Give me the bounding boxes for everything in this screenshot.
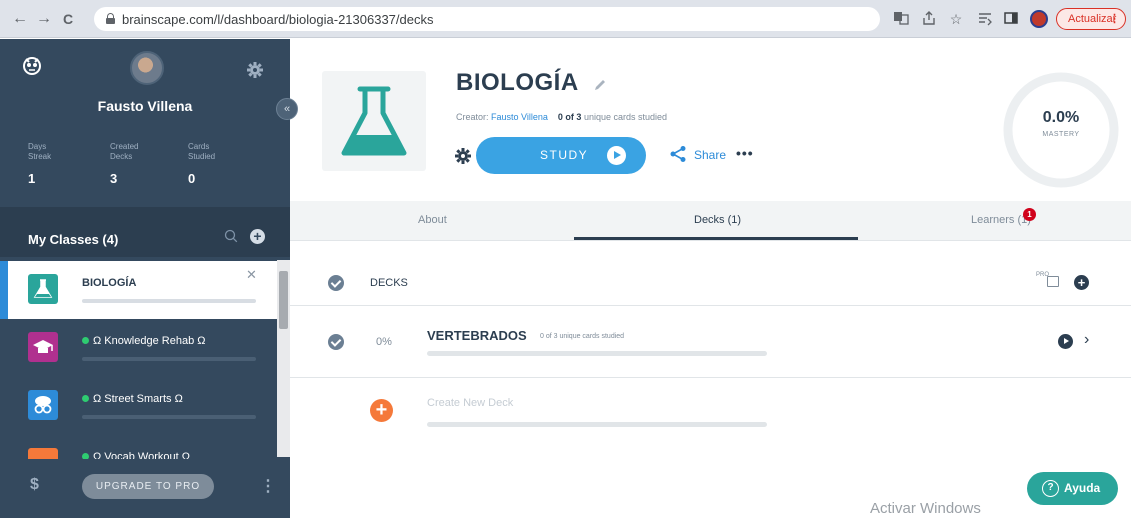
- deck-studied-text: 0 of 3 unique cards studied: [540, 333, 625, 340]
- create-deck-bar: [427, 422, 767, 427]
- creator-line: Creator: Fausto Villena 0 of 3 unique ca…: [456, 112, 667, 122]
- user-name[interactable]: Fausto Villena: [0, 98, 290, 114]
- translate-icon[interactable]: [892, 10, 910, 28]
- class-item-vocab-workout[interactable]: Ω Vocab Workout Ω: [0, 435, 277, 459]
- class-label-knowledge-rehab: Ω Knowledge Rehab Ω: [82, 335, 205, 347]
- tab-bar: About Decks (1) Learners (1): [290, 201, 1131, 241]
- flask-icon: [341, 86, 407, 156]
- select-all-check-icon[interactable]: [328, 275, 344, 291]
- stat-days-streak-label: Days Streak: [28, 142, 52, 161]
- study-label: STUDY: [540, 148, 589, 162]
- stat-cards-studied-value: 0: [188, 171, 196, 186]
- class-item-biologia[interactable]: BIOLOGÍA ✕: [0, 261, 277, 319]
- deck-progress-bar: [427, 351, 767, 356]
- tab-about[interactable]: About: [418, 214, 447, 226]
- collapse-sidebar-button[interactable]: «: [276, 98, 298, 120]
- more-horizontal-icon[interactable]: •••: [736, 145, 754, 161]
- edit-pencil-icon[interactable]: [592, 77, 608, 93]
- stat-created-decks-label: Created Decks: [110, 142, 139, 161]
- stat-created-decks-value: 3: [110, 171, 118, 186]
- class-image: [322, 71, 426, 171]
- mastery-label: MASTERY: [1042, 131, 1080, 138]
- stat-cards-studied-label: Cards Studied: [188, 142, 216, 161]
- chevron-right-icon[interactable]: ›: [1084, 331, 1089, 349]
- class-item-knowledge-rehab[interactable]: Ω Knowledge Rehab Ω: [0, 319, 277, 377]
- update-browser-button[interactable]: Actualizar ⋮: [1056, 8, 1126, 30]
- graduation-cap-icon: [28, 332, 58, 362]
- side-panel-icon[interactable]: [1002, 10, 1020, 28]
- stat-days-streak-value: 1: [28, 171, 36, 186]
- dollar-icon[interactable]: $: [30, 476, 39, 494]
- class-label-vocab-workout: Ω Vocab Workout Ω: [82, 451, 190, 459]
- add-class-icon[interactable]: +: [250, 229, 265, 244]
- create-new-deck-link[interactable]: Create New Deck: [427, 397, 513, 409]
- studied-suffix: unique cards studied: [583, 112, 668, 122]
- create-deck-plus-icon[interactable]: +: [370, 399, 393, 422]
- active-indicator: [0, 261, 8, 319]
- add-deck-icon[interactable]: +: [1074, 275, 1089, 290]
- tab-learners[interactable]: Learners (1): [971, 214, 1031, 226]
- creator-prefix: Creator:: [456, 112, 489, 122]
- url-text: brainscape.com/l/dashboard/biologia-2130…: [122, 12, 434, 27]
- reload-icon[interactable]: C: [58, 9, 78, 29]
- study-button[interactable]: STUDY: [476, 137, 646, 174]
- deck-name[interactable]: VERTEBRADOS: [427, 328, 527, 343]
- active-tab-indicator: [574, 237, 858, 240]
- decks-header-row: [290, 241, 1131, 306]
- upgrade-to-pro-button[interactable]: UPGRADE TO PRO: [82, 474, 214, 499]
- search-icon[interactable]: [224, 229, 238, 243]
- forward-icon[interactable]: →: [34, 9, 54, 29]
- activate-windows-watermark: Activar Windows: [870, 500, 981, 517]
- class-settings-gear-icon[interactable]: [454, 147, 472, 165]
- brainscape-logo-icon[interactable]: [22, 55, 42, 75]
- mastery-value: 0.0%: [1042, 109, 1080, 126]
- settings-gear-icon[interactable]: [246, 61, 264, 79]
- tab-decks[interactable]: Decks (1): [694, 214, 741, 226]
- help-button[interactable]: ? Ayuda: [1027, 472, 1118, 505]
- profile-avatar-icon[interactable]: [1030, 10, 1048, 28]
- share-icon[interactable]: [669, 145, 687, 163]
- class-progress-bar: [82, 415, 256, 419]
- help-label: Ayuda: [1064, 481, 1101, 495]
- play-icon: [607, 146, 626, 165]
- online-dot-icon: [82, 395, 89, 402]
- reading-list-icon[interactable]: [976, 10, 994, 28]
- studied-count: 0 of 3: [557, 112, 582, 122]
- back-icon[interactable]: ←: [10, 9, 30, 29]
- share-page-icon[interactable]: [920, 10, 938, 28]
- lock-icon: [106, 13, 115, 24]
- online-dot-icon: [82, 337, 89, 344]
- class-label-street-smarts: Ω Street Smarts Ω: [82, 393, 183, 405]
- mastery-ring: [1003, 72, 1119, 188]
- share-button[interactable]: Share: [694, 148, 726, 162]
- deck-play-icon[interactable]: [1058, 334, 1073, 349]
- sidebar: Fausto Villena Days Streak Created Decks…: [0, 39, 298, 518]
- table-row[interactable]: [290, 306, 1131, 378]
- class-label-biologia: BIOLOGÍA: [82, 277, 137, 289]
- close-icon[interactable]: ✕: [246, 267, 257, 283]
- browser-toolbar: ← → C brainscape.com/l/dashboard/biologi…: [0, 0, 1131, 38]
- decks-header-label: DECKS: [370, 277, 408, 289]
- browser-menu-icon[interactable]: ⋮: [1109, 9, 1120, 29]
- my-classes-title: My Classes (4): [28, 232, 119, 247]
- class-progress-bar: [82, 299, 256, 303]
- bookmark-star-icon[interactable]: ☆: [947, 10, 965, 28]
- address-bar[interactable]: brainscape.com/l/dashboard/biologia-2130…: [94, 7, 880, 31]
- main-content: BIOLOGÍA Creator: Fausto Villena 0 of 3 …: [290, 39, 1131, 518]
- brain-glasses-icon: [28, 390, 58, 420]
- deck-check-icon[interactable]: [328, 334, 344, 350]
- scrollbar-thumb[interactable]: [279, 271, 288, 329]
- import-icon[interactable]: [1047, 276, 1059, 287]
- avatar[interactable]: [130, 51, 164, 85]
- notification-badge: 1: [1023, 208, 1036, 221]
- class-item-street-smarts[interactable]: Ω Street Smarts Ω: [0, 377, 277, 435]
- class-progress-bar: [82, 357, 256, 361]
- flask-icon: [28, 274, 58, 304]
- page-title: BIOLOGÍA: [456, 69, 579, 96]
- question-mark-icon: ?: [1042, 480, 1059, 497]
- creator-link[interactable]: Fausto Villena: [491, 112, 548, 122]
- more-vertical-icon[interactable]: ⋮: [260, 476, 276, 496]
- deck-percent: 0%: [376, 336, 392, 348]
- book-icon: [28, 448, 58, 459]
